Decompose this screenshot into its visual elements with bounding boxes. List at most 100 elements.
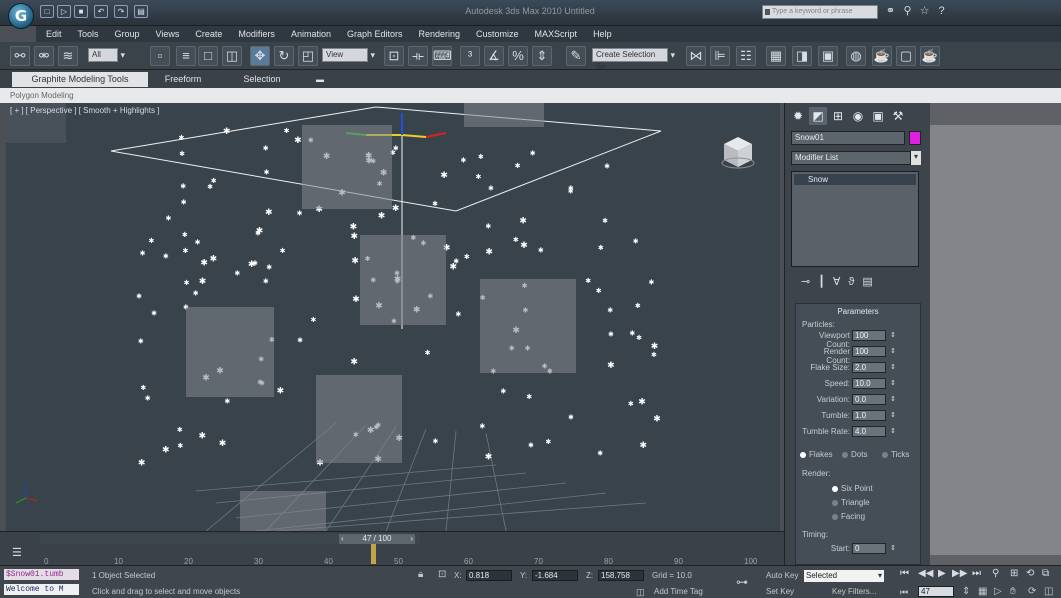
pivot-center-icon[interactable]: ⊡ bbox=[384, 46, 404, 66]
perspective-viewport[interactable]: ✱ ✱ ✱ ✱ ✱ ✱ ✱ ✱ ✱ ✱ ✱ ✱ ✱ ✱ ✱ ✱ ✱ ✱ ✱ ✱ ✱ ✱ ✱ ✱ ✱ ✱ ✱ ✱ ✱ ✱ ✱ ✱ ✱ ✱ ✱ ✱ ✱ ✱ ✱ ✱… bbox=[6, 103, 780, 531]
menu-maxscript[interactable]: MAXScript bbox=[535, 29, 578, 39]
snaps-toggle-icon[interactable]: ³ bbox=[460, 46, 480, 66]
six-point-radio[interactable]: Six Point bbox=[832, 484, 873, 493]
time-slider-thumb[interactable]: ‹ 47 / 100 › bbox=[339, 534, 415, 544]
menu-customize[interactable]: Customize bbox=[476, 29, 519, 39]
view-cube-icon[interactable] bbox=[720, 135, 756, 171]
ribbon-minimize-icon[interactable]: ▬ bbox=[312, 72, 328, 87]
bind-space-warp-icon[interactable]: ≋ bbox=[58, 46, 78, 66]
param-field[interactable]: 10.0 bbox=[852, 378, 886, 389]
make-unique-icon[interactable]: ∀ bbox=[833, 273, 841, 291]
set-key-icon[interactable]: ⊶ bbox=[736, 575, 748, 589]
rect-selection-icon[interactable]: □ bbox=[198, 46, 218, 66]
field-of-view-icon[interactable]: ▷ bbox=[994, 586, 1002, 597]
spinner-icon[interactable]: ⇕ bbox=[890, 394, 896, 405]
menu-animation[interactable]: Animation bbox=[291, 29, 331, 39]
x-coord-field[interactable]: 0.818 bbox=[466, 570, 512, 581]
spinner-snap-icon[interactable]: ⇕ bbox=[532, 46, 552, 66]
hierarchy-tab-icon[interactable]: ⊞ bbox=[829, 107, 847, 125]
time-config-icon[interactable]: ⇕ bbox=[962, 586, 970, 597]
redo-icon[interactable]: ↷ bbox=[114, 5, 128, 18]
render-production-icon[interactable]: ☕ bbox=[920, 46, 940, 66]
named-selection-set-dropdown[interactable]: Create Selection Se bbox=[592, 48, 675, 71]
maxscript-listener-input[interactable]: Welcome to M bbox=[4, 584, 79, 595]
link-icon[interactable]: ⚯ bbox=[10, 46, 30, 66]
menu-edit[interactable]: Edit bbox=[46, 29, 62, 39]
curve-editor-icon[interactable]: ◨ bbox=[792, 46, 812, 66]
param-field[interactable]: 100 bbox=[852, 330, 886, 341]
select-by-name-icon[interactable]: ≡ bbox=[176, 46, 196, 66]
menu-create[interactable]: Create bbox=[195, 29, 222, 39]
tab-freeform[interactable]: Freeform bbox=[154, 72, 212, 87]
show-end-result-icon[interactable]: ┃ bbox=[818, 273, 825, 291]
menu-rendering[interactable]: Rendering bbox=[419, 29, 461, 39]
param-field[interactable]: 2.0 bbox=[852, 362, 886, 373]
key-mode-dropdown[interactable]: Selected bbox=[804, 570, 884, 582]
utilities-tab-icon[interactable]: ⚒ bbox=[889, 107, 907, 125]
chevron-down-icon[interactable]: ▾ bbox=[911, 151, 921, 165]
select-move-icon[interactable]: ✥ bbox=[250, 46, 270, 66]
chevron-left-icon[interactable]: ‹ bbox=[341, 534, 344, 544]
goto-start-icon[interactable]: ⏮ bbox=[900, 568, 909, 579]
pan-view-icon[interactable]: ✋︎ bbox=[1010, 586, 1016, 597]
spinner-icon[interactable]: ⇕ bbox=[890, 378, 896, 389]
maximize-viewport-icon[interactable]: ⧉ bbox=[1042, 568, 1049, 579]
param-field[interactable]: 0.0 bbox=[852, 394, 886, 405]
tab-selection[interactable]: Selection bbox=[230, 72, 294, 87]
menu-tools[interactable]: Tools bbox=[78, 29, 99, 39]
keyboard-shortcut-icon[interactable]: ⌨ bbox=[432, 46, 452, 66]
absolute-mode-icon[interactable]: ⊡ bbox=[438, 569, 446, 580]
pin-stack-icon[interactable]: ⊸ bbox=[801, 273, 810, 291]
z-coord-field[interactable]: 158.758 bbox=[598, 570, 644, 581]
percent-snap-icon[interactable]: % bbox=[508, 46, 528, 66]
param-field[interactable]: 100 bbox=[852, 346, 886, 357]
maxscript-listener-output[interactable]: $Snow01.tumb bbox=[4, 569, 79, 580]
menu-modifiers[interactable]: Modifiers bbox=[238, 29, 275, 39]
min-max-toggle-icon[interactable]: ◫ bbox=[1044, 586, 1053, 597]
motion-tab-icon[interactable]: ◉ bbox=[849, 107, 867, 125]
display-tab-icon[interactable]: ▣ bbox=[869, 107, 887, 125]
render-setup-icon[interactable]: ☕ bbox=[872, 46, 892, 66]
save-file-icon[interactable]: ■ bbox=[74, 5, 88, 18]
material-editor-icon[interactable]: ◍ bbox=[846, 46, 866, 66]
spinner-icon[interactable]: ⇕ bbox=[890, 426, 896, 437]
remove-modifier-icon[interactable]: ϑ bbox=[848, 273, 854, 291]
key-mode-toggle-icon[interactable]: ⚲ bbox=[992, 568, 999, 579]
object-name-field[interactable]: Snow01 bbox=[791, 131, 905, 145]
modify-tab-icon[interactable]: ◩ bbox=[809, 107, 827, 125]
dots-radio[interactable]: Dots bbox=[842, 450, 867, 459]
ticks-radio[interactable]: Ticks bbox=[882, 450, 909, 459]
spinner-icon[interactable]: ⇕ bbox=[890, 330, 896, 341]
schematic-view-icon[interactable]: ▣ bbox=[818, 46, 838, 66]
selection-filter-dropdown[interactable]: All bbox=[88, 48, 125, 62]
set-key-button[interactable]: Set Key bbox=[766, 587, 794, 596]
spinner-icon[interactable]: ⇕ bbox=[890, 362, 896, 373]
project-folder-icon[interactable]: ▤ bbox=[134, 5, 148, 18]
open-mini-curve-editor-icon[interactable]: ☰ bbox=[12, 546, 22, 559]
select-rotate-icon[interactable]: ↻ bbox=[274, 46, 294, 66]
viewport-label[interactable]: [ + ] [ Perspective ] [ Smooth + Highlig… bbox=[10, 106, 159, 115]
triangle-radio[interactable]: Triangle bbox=[832, 498, 870, 507]
time-tag-icon[interactable]: ◫ bbox=[636, 587, 645, 598]
start-field[interactable]: 0 bbox=[852, 543, 886, 554]
select-scale-icon[interactable]: ◰ bbox=[298, 46, 318, 66]
new-file-icon[interactable]: □ bbox=[40, 5, 54, 18]
search-tool-icon[interactable]: ⚲ bbox=[901, 4, 914, 18]
current-frame-field[interactable]: 47 bbox=[918, 586, 954, 597]
menu-help[interactable]: Help bbox=[593, 29, 612, 39]
angle-snap-icon[interactable]: ∡ bbox=[484, 46, 504, 66]
mirror-icon[interactable]: ⋈ bbox=[686, 46, 706, 66]
app-logo-button[interactable]: G bbox=[8, 3, 34, 29]
create-tab-icon[interactable]: ✹ bbox=[789, 107, 807, 125]
param-field[interactable]: 1.0 bbox=[852, 410, 886, 421]
modifier-list-dropdown[interactable]: Modifier List bbox=[791, 151, 911, 165]
menu-graph-editors[interactable]: Graph Editors bbox=[347, 29, 403, 39]
stack-item-snow[interactable]: Snow bbox=[794, 174, 916, 185]
param-field[interactable]: 4.0 bbox=[852, 426, 886, 437]
window-crossing-icon[interactable]: ◫ bbox=[222, 46, 242, 66]
add-time-tag-button[interactable]: Add Time Tag bbox=[654, 587, 703, 596]
goto-start-small-icon[interactable]: ⏮ bbox=[900, 587, 908, 598]
lock-selection-icon[interactable]: 🔒︎ bbox=[418, 569, 423, 580]
spinner-icon[interactable]: ⇕ bbox=[890, 543, 896, 554]
tab-graphite-modeling-tools[interactable]: Graphite Modeling Tools bbox=[12, 72, 148, 87]
